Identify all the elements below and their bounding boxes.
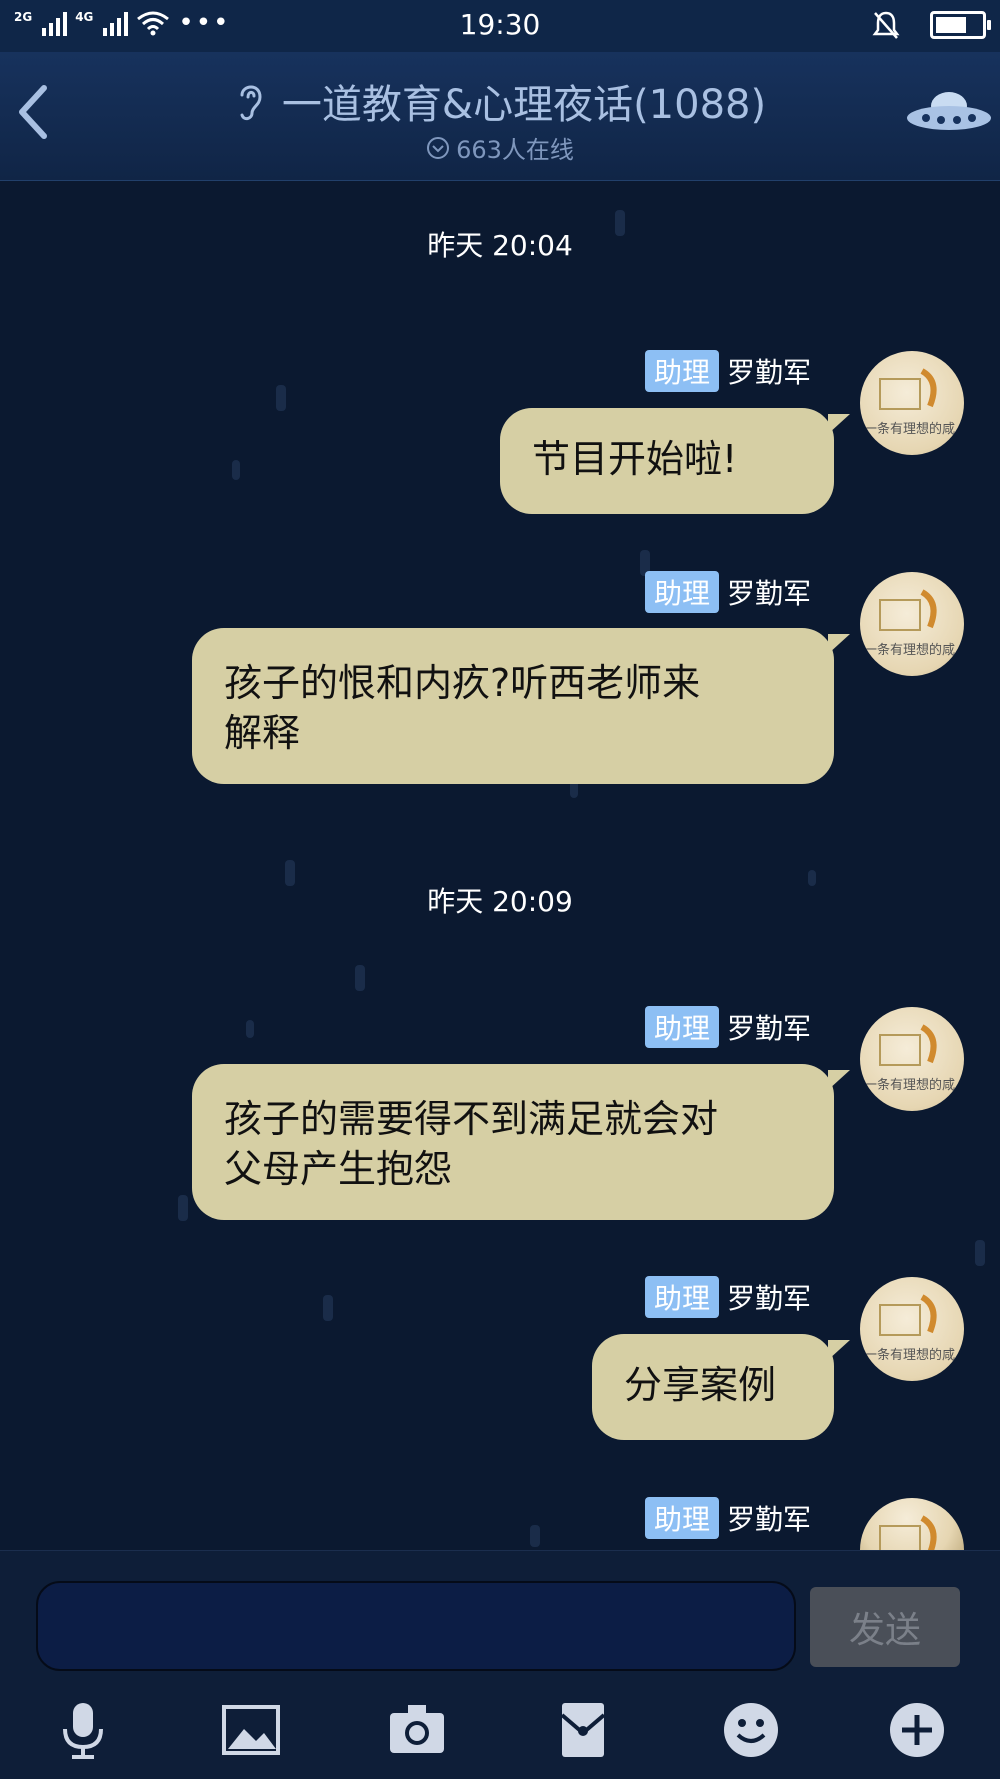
battery-icon (930, 11, 991, 39)
svg-text:一条有理想的咸: 一条有理想的咸 (864, 1077, 955, 1093)
message-input[interactable] (36, 1581, 796, 1671)
avatar[interactable]: 一条有理想的咸 (860, 351, 964, 455)
sender-name[interactable]: 罗勤军 (727, 1277, 811, 1317)
sender-name[interactable]: 罗勤军 (727, 572, 811, 612)
chat-header: 一道教育&心理夜话(1088) 663人在线 (0, 52, 1000, 181)
message-bubble[interactable]: 节目开始啦! (500, 408, 834, 514)
role-badge: 助理 (644, 1497, 719, 1539)
svg-text:一条有理想的咸: 一条有理想的咸 (864, 642, 955, 658)
message-text-line: 父母产生抱怨 (224, 1147, 453, 1191)
send-button[interactable]: 发送 (810, 1587, 960, 1667)
ear-icon[interactable] (234, 79, 266, 123)
avatar[interactable]: 一条有理想的咸 (860, 1277, 964, 1381)
role-badge: 助理 (644, 1006, 719, 1048)
microphone-icon[interactable] (48, 1695, 118, 1765)
avatar[interactable]: 一条有理想的咸 (860, 572, 964, 676)
svg-text:一条有理想的咸: 一条有理想的咸 (864, 1347, 955, 1363)
bubble-tail (828, 414, 850, 434)
message-text-line: 解释 (224, 711, 301, 755)
bubble-tail (828, 1070, 850, 1090)
time-divider: 昨天 20:09 (427, 885, 573, 918)
ufo-icon[interactable] (904, 88, 994, 138)
sender-name[interactable]: 罗勤军 (727, 1498, 811, 1538)
avatar[interactable]: 一条有理想的咸 (860, 1007, 964, 1111)
sender-name[interactable]: 罗勤军 (727, 351, 811, 391)
bubble-tail (828, 634, 850, 654)
red-packet-icon[interactable] (548, 1695, 618, 1765)
chat-title: 一道教育&心理夜话(1088) (281, 82, 767, 128)
clock: 19:30 (459, 8, 541, 41)
message-bubble[interactable]: 孩子的恨和内疚?听西老师来 解释 (192, 628, 834, 784)
chevron-down-circle-icon[interactable] (426, 136, 450, 160)
input-toolbar (0, 1695, 1000, 1765)
online-count: 663人在线 (456, 136, 574, 164)
message-text: 节目开始啦! (532, 437, 738, 481)
bell-muted-icon (872, 11, 900, 39)
role-badge: 助理 (644, 1276, 719, 1318)
image-icon[interactable] (216, 1695, 286, 1765)
camera-icon[interactable] (382, 1695, 452, 1765)
svg-text:一条有理想的咸: 一条有理想的咸 (864, 421, 955, 437)
bubble-tail (828, 1340, 850, 1360)
plus-icon[interactable] (882, 1695, 952, 1765)
role-badge: 助理 (644, 571, 719, 613)
message-text-line: 孩子的恨和内疚?听西老师来 (224, 661, 701, 705)
time-divider: 昨天 20:04 (427, 229, 573, 262)
status-bar: 2G 4G ••• 19:30 (0, 0, 1000, 52)
role-badge: 助理 (644, 350, 719, 392)
message-bubble[interactable]: 分享案例 (592, 1334, 834, 1440)
message-bubble[interactable]: 孩子的需要得不到满足就会对 父母产生抱怨 (192, 1064, 834, 1220)
message-text-line: 孩子的需要得不到满足就会对 (224, 1097, 719, 1141)
sender-name[interactable]: 罗勤军 (727, 1007, 811, 1047)
message-text: 分享案例 (624, 1363, 777, 1407)
input-area: 发送 (0, 1550, 1000, 1779)
avatar[interactable] (860, 1498, 964, 1550)
emoji-icon[interactable] (716, 1695, 786, 1765)
